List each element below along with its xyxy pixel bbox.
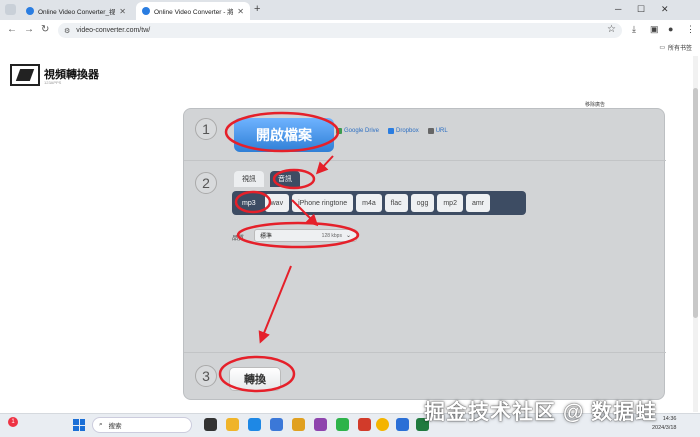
format-ogg[interactable]: ogg — [410, 194, 435, 212]
tab-search-icon[interactable] — [5, 4, 16, 15]
page-scrollbar[interactable] — [693, 56, 698, 412]
quality-select[interactable]: 標準 128 kbps ⌄ — [254, 229, 357, 242]
format-wav[interactable]: wav — [264, 194, 290, 212]
browser-tab-1[interactable]: Online Video Converter_视頻... ✕ — [20, 2, 132, 20]
taskbar-search[interactable]: ⌕ 搜索 — [92, 417, 192, 433]
format-mp2[interactable]: mp2 — [437, 194, 463, 212]
watermark: 掘金技术社区 @ 数据蛙 — [424, 401, 658, 424]
google-drive-icon — [336, 128, 342, 134]
taskbar-search-label: 搜索 — [108, 423, 122, 430]
chrome-icon[interactable] — [376, 418, 389, 431]
step-3-number: 3 — [195, 365, 217, 387]
chevron-down-icon: ⌄ — [345, 233, 351, 239]
bookmark-star-icon[interactable]: ☆ — [607, 24, 616, 35]
notification-badge[interactable]: 1 — [8, 417, 18, 427]
step-2-number: 2 — [195, 172, 217, 194]
maximize-icon[interactable]: ☐ — [637, 4, 645, 15]
tab-audio[interactable]: 音訊 — [270, 171, 300, 187]
google-drive-label: Google Drive — [344, 128, 380, 134]
remove-ads-link[interactable]: 移除廣告 — [585, 101, 605, 108]
scrollbar-thumb[interactable] — [693, 88, 698, 318]
step-1-row: 1 開啟檔案 Google Drive Dropbox URL — [184, 109, 666, 161]
edge-icon[interactable] — [248, 418, 261, 431]
tab-title: Online Video Converter - 將... — [154, 9, 234, 16]
reload-icon[interactable]: ↻ — [41, 24, 49, 35]
wechat-icon[interactable] — [336, 418, 349, 431]
convert-button[interactable]: 轉換 — [229, 367, 281, 391]
url-field[interactable]: ⚙ video-converter.com/tw/ ☆ — [58, 23, 622, 38]
file-explorer-icon[interactable] — [226, 418, 239, 431]
app-icon[interactable] — [314, 418, 327, 431]
site-info-icon[interactable]: ⚙ — [64, 27, 70, 35]
new-tab-icon[interactable]: + — [254, 3, 260, 15]
format-iphone-ringtone[interactable]: iPhone ringtone — [292, 194, 354, 212]
back-icon[interactable]: ← — [7, 24, 17, 35]
converter-panel: 1 開啟檔案 Google Drive Dropbox URL 2 視訊 音訊 … — [183, 108, 666, 401]
clock-date: 2024/3/18 — [652, 425, 677, 431]
google-drive-link[interactable]: Google Drive — [336, 128, 379, 134]
windows-start-icon[interactable] — [73, 419, 85, 431]
dropbox-icon — [388, 128, 395, 134]
site-favicon-icon — [142, 7, 150, 15]
file-sources: Google Drive Dropbox URL — [336, 128, 448, 134]
task-view-icon[interactable] — [204, 418, 217, 431]
search-icon: ⌕ — [99, 421, 103, 428]
minimize-icon[interactable]: ─ — [615, 4, 621, 14]
app-icon[interactable] — [396, 418, 409, 431]
clock-time: 14:36 — [662, 416, 677, 422]
link-icon — [427, 128, 434, 134]
format-m4a[interactable]: m4a — [356, 194, 382, 212]
all-bookmarks-label: 所有书签 — [667, 46, 692, 52]
url-text: video-converter.com/tw/ — [76, 27, 151, 34]
tab-title: Online Video Converter_视頻... — [38, 9, 116, 16]
app-icon[interactable] — [270, 418, 283, 431]
quality-bitrate: 128 kbps — [321, 232, 342, 239]
close-tab-icon[interactable]: ✕ — [119, 7, 126, 16]
format-mp3[interactable]: mp3 — [236, 194, 262, 212]
app-icon[interactable] — [358, 418, 371, 431]
folder-icon: ▭ — [659, 45, 665, 51]
media-tabs: 視訊 音訊 — [234, 171, 300, 187]
menu-icon[interactable]: ⋮ — [686, 24, 695, 35]
close-tab-icon[interactable]: ✕ — [237, 7, 244, 16]
quality-label: 品質 — [232, 236, 245, 242]
dropbox-label: Dropbox — [396, 128, 419, 134]
quality-value: 標準 — [260, 234, 273, 240]
step-2-row: 2 視訊 音訊 mp3 wav iPhone ringtone m4a flac… — [184, 161, 666, 353]
format-amr[interactable]: amr — [465, 194, 491, 212]
open-file-button[interactable]: 開啟檔案 — [234, 118, 334, 152]
site-favicon-icon — [26, 7, 34, 15]
all-bookmarks[interactable]: ▭ 所有书签 — [659, 43, 692, 52]
format-flac[interactable]: flac — [384, 194, 408, 212]
close-window-icon[interactable]: ✕ — [661, 4, 669, 15]
app-icon[interactable] — [292, 418, 305, 431]
site-logo[interactable] — [10, 64, 40, 86]
clock[interactable]: 14:36 2024/3/18 — [652, 415, 676, 433]
format-list: mp3 wav iPhone ringtone m4a flac ogg mp2… — [232, 191, 526, 215]
step-3-row: 3 轉換 — [184, 353, 666, 401]
tab-video[interactable]: 視訊 — [234, 171, 264, 187]
step-1-number: 1 — [195, 118, 217, 140]
profile-icon[interactable]: ● — [668, 24, 673, 34]
forward-icon[interactable]: → — [24, 24, 34, 35]
site-brand-sub: 123APPS — [44, 80, 62, 85]
sidebar-icon[interactable]: ▣ — [650, 24, 659, 35]
url-link[interactable]: URL — [427, 128, 448, 134]
download-icon[interactable]: ⤓ — [632, 24, 636, 35]
url-label: URL — [435, 128, 448, 134]
browser-tab-2[interactable]: Online Video Converter - 將... ✕ — [136, 2, 250, 20]
dropbox-link[interactable]: Dropbox — [388, 128, 419, 134]
